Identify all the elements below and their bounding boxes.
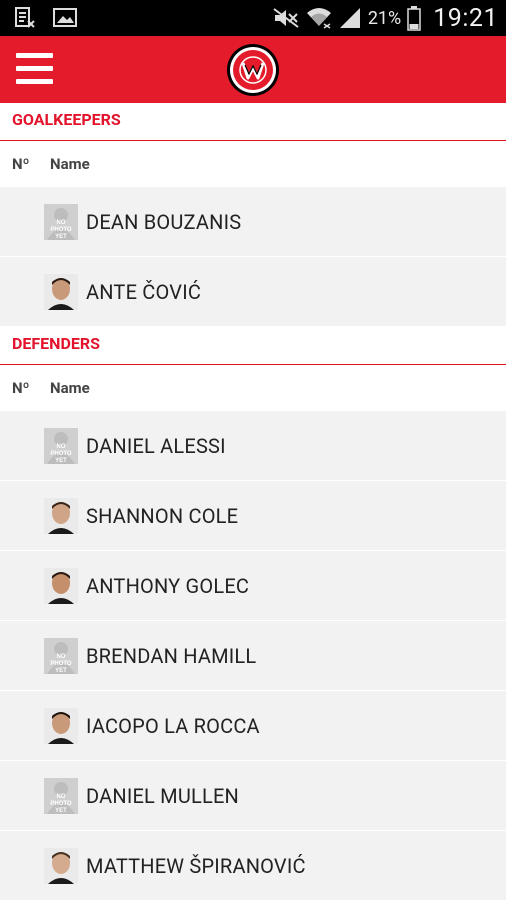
- player-row[interactable]: MATTHEW ŠPIRANOVIĆ: [0, 831, 506, 901]
- table-header: Nº Name: [0, 141, 506, 187]
- player-row[interactable]: NO PHOTO YET DANIEL ALESSI: [0, 411, 506, 481]
- name-column-header: Name: [50, 155, 90, 173]
- svg-text:NO: NO: [57, 220, 66, 226]
- player-headshot-icon: [44, 847, 78, 884]
- svg-text:PHOTO: PHOTO: [50, 661, 72, 667]
- player-row[interactable]: NO PHOTO YET BRENDAN HAMILL: [0, 621, 506, 691]
- player-row[interactable]: ANTE ČOVIĆ: [0, 257, 506, 327]
- battery-percent: 21%: [367, 7, 402, 29]
- svg-text:NO: NO: [57, 794, 66, 800]
- player-headshot-icon: [44, 273, 78, 310]
- player-headshot-icon: [44, 567, 78, 604]
- status-right-icons: 21% 19:21: [272, 0, 498, 36]
- status-bar: 21% 19:21: [0, 0, 506, 36]
- no-photo-icon: NO PHOTO YET: [44, 777, 78, 814]
- number-column-header: Nº: [12, 379, 30, 397]
- mute-icon: [273, 8, 299, 28]
- player-headshot-icon: [44, 707, 78, 744]
- squad-list[interactable]: GOALKEEPERS Nº Name NO PHOTO YET DEAN BO…: [0, 103, 506, 901]
- svg-text:PHOTO: PHOTO: [50, 451, 72, 457]
- svg-text:YET: YET: [55, 234, 67, 240]
- player-name: DANIEL MULLEN: [86, 783, 239, 808]
- no-photo-icon: NO PHOTO YET: [44, 203, 78, 240]
- player-name: SHANNON COLE: [86, 503, 239, 528]
- table-header: Nº Name: [0, 365, 506, 411]
- battery-icon: [407, 6, 421, 31]
- section-header-defenders: DEFENDERS: [0, 327, 506, 365]
- number-column-header: Nº: [12, 155, 30, 173]
- player-row[interactable]: NO PHOTO YET DANIEL MULLEN: [0, 761, 506, 831]
- player-row[interactable]: ANTHONY GOLEC: [0, 551, 506, 621]
- western-sydney-wanderers-logo[interactable]: [226, 43, 280, 97]
- player-name: DANIEL ALESSI: [86, 433, 226, 458]
- player-row[interactable]: NO PHOTO YET DEAN BOUZANIS: [0, 187, 506, 257]
- svg-text:NO: NO: [57, 654, 66, 660]
- player-row[interactable]: SHANNON COLE: [0, 481, 506, 551]
- app-bar: [0, 36, 506, 103]
- svg-text:NO: NO: [57, 444, 66, 450]
- notification-screenshot-icon: [15, 7, 35, 28]
- svg-text:PHOTO: PHOTO: [50, 227, 72, 233]
- player-row[interactable]: IACOPO LA ROCCA: [0, 691, 506, 761]
- wifi-icon: [306, 8, 331, 29]
- svg-text:YET: YET: [55, 808, 67, 814]
- clock: 19:21: [433, 3, 498, 33]
- image-icon: [53, 8, 77, 27]
- player-name: IACOPO LA ROCCA: [86, 713, 260, 738]
- hamburger-menu-icon[interactable]: [14, 50, 56, 88]
- player-name: ANTHONY GOLEC: [86, 573, 250, 598]
- name-column-header: Name: [50, 379, 90, 397]
- signal-icon: [339, 8, 360, 28]
- player-name: DEAN BOUZANIS: [86, 209, 242, 234]
- player-name: MATTHEW ŠPIRANOVIĆ: [86, 853, 306, 878]
- svg-text:PHOTO: PHOTO: [50, 801, 72, 807]
- svg-text:YET: YET: [55, 458, 67, 464]
- no-photo-icon: NO PHOTO YET: [44, 637, 78, 674]
- player-name: ANTE ČOVIĆ: [86, 279, 202, 304]
- player-headshot-icon: [44, 497, 78, 534]
- player-name: BRENDAN HAMILL: [86, 643, 257, 668]
- section-header-goalkeepers: GOALKEEPERS: [0, 103, 506, 141]
- status-left-icons: [14, 6, 78, 30]
- no-photo-icon: NO PHOTO YET: [44, 427, 78, 464]
- svg-text:YET: YET: [55, 668, 67, 674]
